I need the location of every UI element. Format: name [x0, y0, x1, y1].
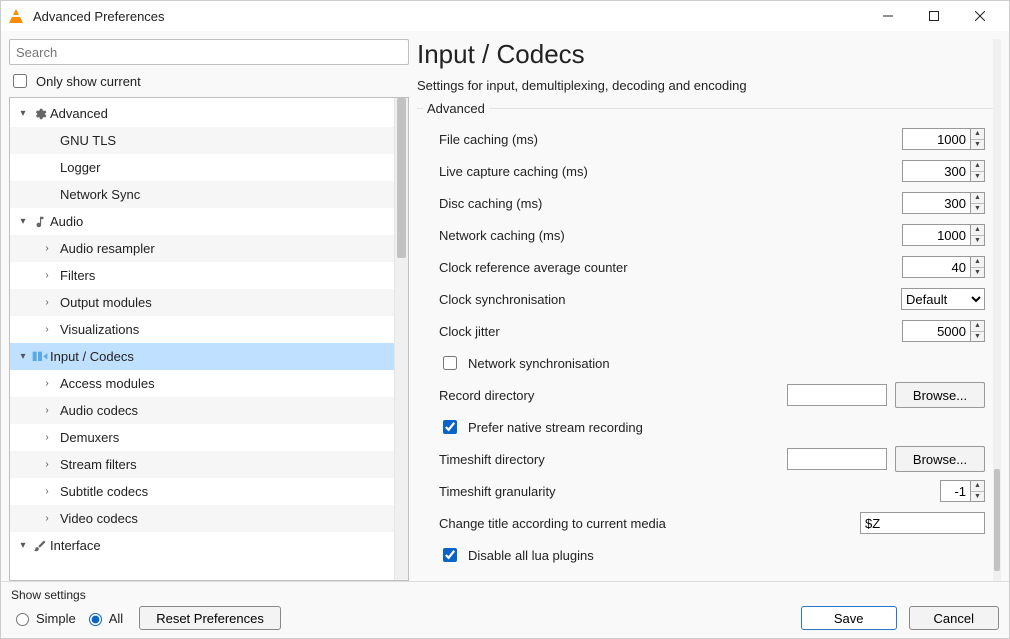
title-bar: Advanced Preferences [1, 1, 1009, 31]
chevron-right-icon[interactable]: › [40, 513, 54, 524]
chevron-right-icon[interactable]: › [40, 270, 54, 281]
chevron-down-icon[interactable]: ▾ [16, 108, 30, 119]
app-icon [7, 7, 25, 25]
record-dir-input[interactable] [787, 384, 887, 406]
only-show-current-checkbox[interactable]: Only show current [9, 71, 409, 91]
only-show-current-label: Only show current [36, 74, 141, 89]
clock-ref-label: Clock reference average counter [439, 260, 894, 275]
disc-caching-label: Disc caching (ms) [439, 196, 894, 211]
chevron-right-icon[interactable]: › [40, 243, 54, 254]
group-title-advanced: Advanced [417, 101, 993, 116]
tree-item-visualizations[interactable]: ›Visualizations [10, 316, 394, 343]
tree-item-logger[interactable]: Logger [10, 154, 394, 181]
window-title: Advanced Preferences [33, 9, 865, 24]
brush-icon [30, 539, 50, 553]
disable-lua-label: Disable all lua plugins [468, 548, 594, 563]
chevron-right-icon[interactable]: › [40, 432, 54, 443]
page-title: Input / Codecs [417, 39, 993, 70]
change-title-label: Change title according to current media [439, 516, 852, 531]
gear-icon [30, 107, 50, 121]
timeshift-dir-label: Timeshift directory [439, 452, 779, 467]
reset-preferences-button[interactable]: Reset Preferences [139, 606, 281, 630]
close-button[interactable] [957, 1, 1003, 31]
disc-caching-spinner[interactable]: ▲▼ [902, 192, 985, 214]
clock-ref-spinner[interactable]: ▲▼ [902, 256, 985, 278]
chevron-down-icon[interactable]: ▾ [16, 540, 30, 551]
disable-lua-checkbox[interactable] [443, 548, 457, 562]
maximize-button[interactable] [911, 1, 957, 31]
search-input[interactable] [9, 39, 409, 65]
clock-sync-label: Clock synchronisation [439, 292, 893, 307]
timeshift-gran-spinner[interactable]: ▲▼ [940, 480, 985, 502]
clock-jitter-spinner[interactable]: ▲▼ [902, 320, 985, 342]
only-show-current-box[interactable] [13, 74, 27, 88]
timeshift-gran-label: Timeshift granularity [439, 484, 932, 499]
cancel-button[interactable]: Cancel [909, 606, 999, 630]
tree-item-audio-codecs[interactable]: ›Audio codecs [10, 397, 394, 424]
timeshift-dir-input[interactable] [787, 448, 887, 470]
tree-item-filters[interactable]: ›Filters [10, 262, 394, 289]
tree-item-output-modules[interactable]: ›Output modules [10, 289, 394, 316]
show-settings-label: Show settings [11, 588, 281, 602]
tree-item-interface[interactable]: ▾ Interface [10, 532, 394, 559]
tree-item-network-sync[interactable]: Network Sync [10, 181, 394, 208]
clock-jitter-label: Clock jitter [439, 324, 894, 339]
network-sync-label: Network synchronisation [468, 356, 610, 371]
tree-item-stream-filters[interactable]: ›Stream filters [10, 451, 394, 478]
tree-item-video-codecs[interactable]: ›Video codecs [10, 505, 394, 532]
tree-item-access-modules[interactable]: ›Access modules [10, 370, 394, 397]
tree-scrollbar[interactable] [394, 98, 408, 580]
file-caching-label: File caching (ms) [439, 132, 894, 147]
change-title-input[interactable] [860, 512, 985, 534]
tree-item-gnu-tls[interactable]: GNU TLS [10, 127, 394, 154]
chevron-right-icon[interactable]: › [40, 324, 54, 335]
chevron-right-icon[interactable]: › [40, 459, 54, 470]
record-dir-label: Record directory [439, 388, 779, 403]
chevron-right-icon[interactable]: › [40, 486, 54, 497]
music-note-icon [30, 215, 50, 229]
footer: Show settings Simple All Reset Preferenc… [1, 581, 1009, 638]
chevron-down-icon[interactable]: ▾ [16, 216, 30, 227]
timeshift-dir-browse-button[interactable]: Browse... [895, 446, 985, 472]
network-caching-spinner[interactable]: ▲▼ [902, 224, 985, 246]
tree-item-input-codecs[interactable]: ▾ Input / Codecs [10, 343, 394, 370]
chevron-right-icon[interactable]: › [40, 378, 54, 389]
clock-sync-combo[interactable]: Default [901, 288, 985, 310]
minimize-button[interactable] [865, 1, 911, 31]
simple-radio[interactable]: Simple [11, 610, 76, 626]
prefer-native-checkbox[interactable] [443, 420, 457, 434]
network-caching-label: Network caching (ms) [439, 228, 894, 243]
tree-item-audio-resampler[interactable]: ›Audio resampler [10, 235, 394, 262]
page-description: Settings for input, demultiplexing, deco… [417, 78, 993, 93]
tree-item-advanced[interactable]: ▾ Advanced [10, 100, 394, 127]
live-caching-label: Live capture caching (ms) [439, 164, 894, 179]
tree-item-audio[interactable]: ▾ Audio [10, 208, 394, 235]
tree-item-subtitle-codecs[interactable]: ›Subtitle codecs [10, 478, 394, 505]
preferences-tree[interactable]: ▾ Advanced GNU TLS Logger Network Sync ▾… [10, 98, 394, 580]
chevron-down-icon[interactable]: ▾ [16, 351, 30, 362]
chevron-right-icon[interactable]: › [40, 297, 54, 308]
panel-scrollbar[interactable] [993, 39, 1001, 581]
save-button[interactable]: Save [801, 606, 897, 630]
input-codecs-icon [30, 350, 50, 364]
file-caching-spinner[interactable]: ▲▼ [902, 128, 985, 150]
network-sync-checkbox[interactable] [443, 356, 457, 370]
prefer-native-label: Prefer native stream recording [468, 420, 643, 435]
all-radio[interactable]: All [84, 610, 123, 626]
chevron-right-icon[interactable]: › [40, 405, 54, 416]
live-caching-spinner[interactable]: ▲▼ [902, 160, 985, 182]
tree-item-demuxers[interactable]: ›Demuxers [10, 424, 394, 451]
record-dir-browse-button[interactable]: Browse... [895, 382, 985, 408]
